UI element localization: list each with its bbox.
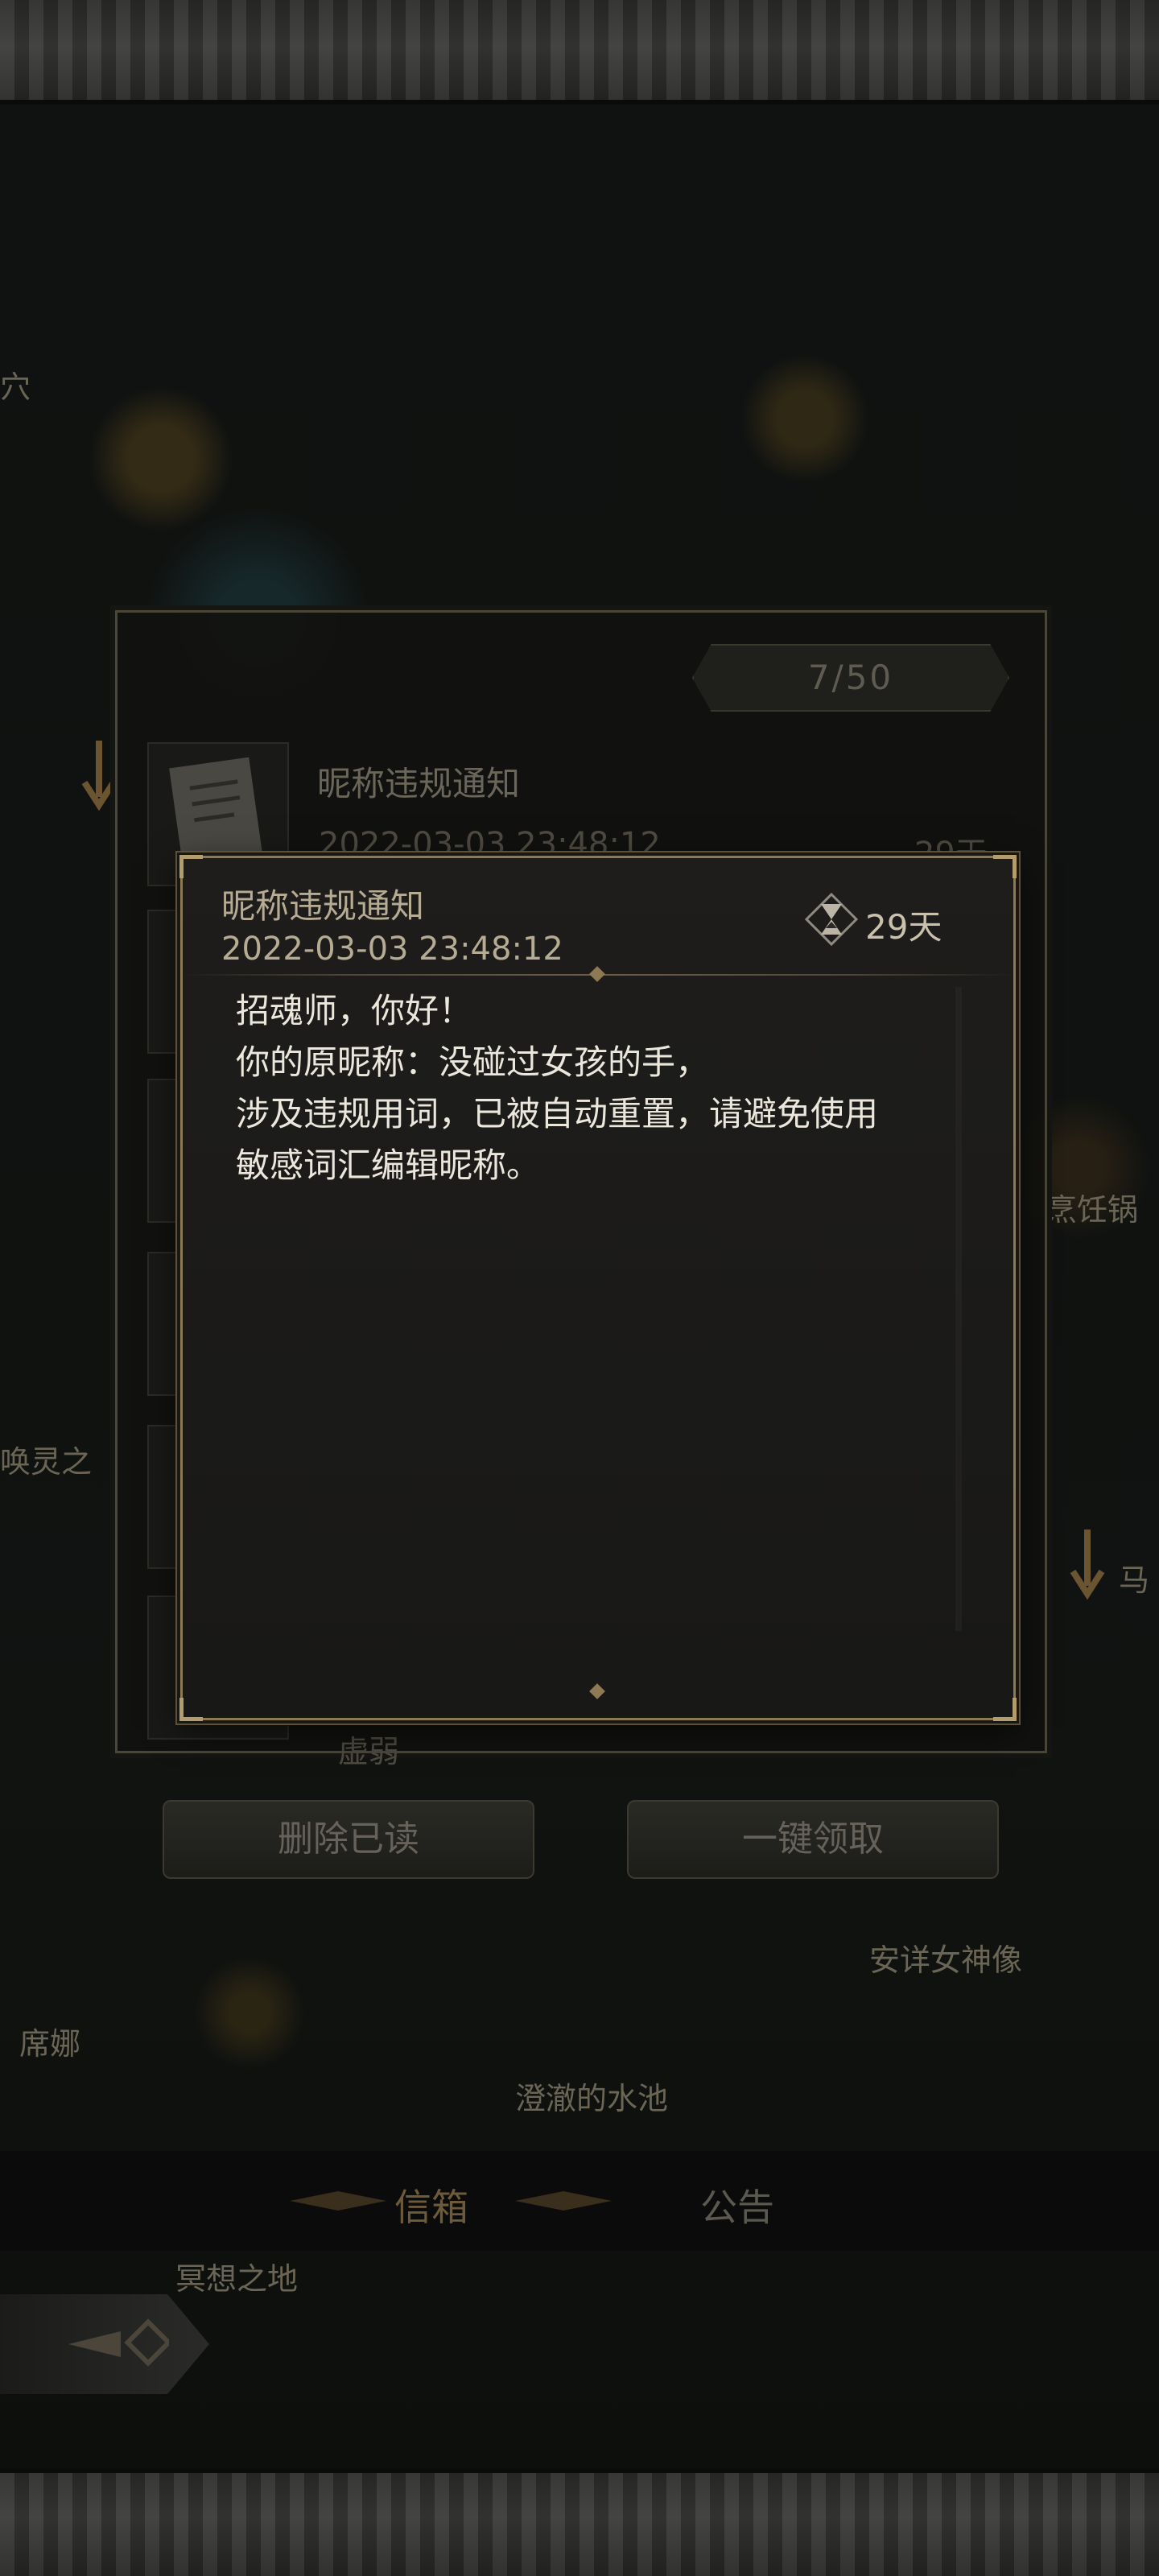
scene-label-sina: 席娜 [19,2026,81,2062]
message-line: 招魂师，你好！ [236,991,473,1030]
hourglass-icon [805,893,858,946]
arrow-down-icon [1070,1530,1105,1600]
top-frame [0,0,1159,105]
mail-item-title[interactable]: 昵称违规通知 [317,757,520,806]
scene-label-cookpot: 烹饪锅 [1046,1192,1139,1228]
message-remaining-days: 29天 [865,907,942,947]
scene-label-goddess-statue: 安详女神像 [869,1942,1023,1978]
delete-read-button[interactable]: 删除已读 [163,1800,534,1879]
dialog-corner [179,1698,203,1721]
tab-inbox[interactable]: 信箱 [394,2178,468,2231]
letter-icon [169,757,262,865]
mail-count: 7/50 [692,644,1009,712]
tab-notice[interactable]: 公告 [700,2178,774,2231]
divider-ornament [589,1683,605,1699]
message-line: 涉及违规用词，已被自动重置，请避免使用 [236,1094,879,1133]
mail-bottom-label: 虚弱 [338,1734,400,1769]
scene-label-cave: 穴 [0,369,31,405]
scene-label-pool: 澄澈的水池 [515,2081,669,2116]
message-title: 昵称违规通知 [221,886,425,926]
bottom-frame [0,2468,1159,2576]
message-body: 招魂师，你好！ 你的原昵称：没碰过女孩的手， 涉及违规用词，已被自动重置，请避免… [236,985,960,1191]
divider-ornament [589,966,605,982]
message-line: 你的原昵称：没碰过女孩的手， [236,1042,710,1082]
scene-label-summon: 唤灵之 [0,1444,93,1480]
message-line: 敏感词汇编辑昵称。 [236,1146,541,1185]
message-time: 2022-03-03 23:48:12 [221,931,563,968]
tab-ornament-left-icon [290,2191,386,2211]
scene-label-meditation: 冥想之地 [175,2261,299,2297]
tab-ornament-right-icon [515,2191,612,2211]
message-scrollbar[interactable] [955,987,962,1631]
claim-all-button[interactable]: 一键领取 [627,1800,999,1879]
dialog-corner [993,1698,1017,1721]
dialog-corner [993,855,1017,878]
dialog-corner [179,855,203,878]
scene-label-horse: 马 [1119,1563,1150,1598]
message-dialog: 昵称违规通知 2022-03-03 23:48:12 29天 招魂师，你好！ 你… [179,855,1017,1721]
back-arrow-icon[interactable] [64,2314,169,2375]
arrow-down-icon [81,741,117,811]
